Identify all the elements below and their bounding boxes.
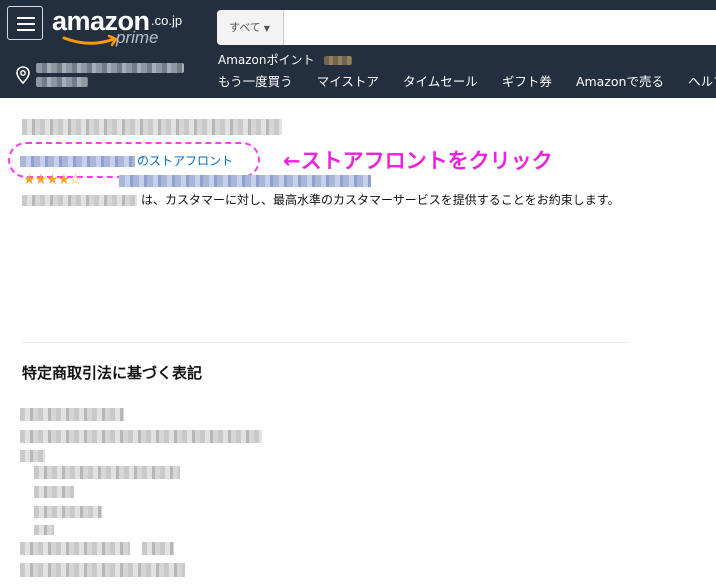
seller-name-heading-redacted [22, 119, 282, 135]
storefront-link-label: のストアフロント [137, 154, 234, 168]
search-department-label: すべて [229, 21, 261, 34]
caret-down-icon: ▼ [263, 24, 270, 33]
seller-rating-stars[interactable]: ★★★★☆ [23, 172, 82, 188]
storefront-seller-name-redacted [20, 156, 135, 167]
seller-promise: は、カスタマーに対し、最高水準のカスタマーサービスを提供することをお約束します。 [22, 191, 620, 208]
legal-line-1-redacted [20, 408, 124, 421]
points-value-redacted [324, 56, 353, 65]
hamburger-menu-button[interactable] [7, 6, 43, 40]
menu-icon-line [17, 29, 35, 31]
nav-bar: もう一度買う マイストア タイムセール ギフト券 Amazonで売る ヘルプ [218, 71, 716, 89]
menu-icon [17, 17, 35, 19]
search-input[interactable] [285, 10, 716, 45]
nav-buy-again[interactable]: もう一度買う [218, 74, 293, 89]
location-pin-icon [16, 66, 30, 84]
location-line-2-redacted [36, 77, 88, 87]
annotation-label: ←ストアフロントをクリック [283, 149, 553, 173]
nav-gift-card[interactable]: ギフト券 [502, 74, 552, 89]
nav-time-sale[interactable]: タイムセール [403, 74, 478, 89]
legal-line-7-redacted [34, 525, 54, 535]
nav-sell-on-amazon[interactable]: Amazonで売る [576, 74, 664, 89]
nav-help[interactable]: ヘルプ [688, 74, 716, 89]
smile-icon [62, 35, 118, 47]
logo-prime: prime [116, 28, 159, 47]
legal-line-4-redacted [34, 466, 180, 479]
storefront-link[interactable]: のストアフロント [20, 152, 233, 169]
legal-line-5-redacted [34, 486, 74, 498]
search-bar: すべて ▼ [217, 10, 716, 45]
legal-line-9-redacted [142, 542, 174, 555]
menu-icon-line [17, 23, 35, 25]
legal-line-10-redacted [20, 563, 185, 577]
amazon-logo[interactable]: amazon .co.jp prime [52, 6, 192, 50]
points-label: Amazonポイント [218, 53, 315, 67]
legal-line-2-redacted [20, 430, 262, 443]
legal-line-8-redacted [20, 542, 130, 555]
location-line-1-redacted [36, 63, 184, 73]
amazon-points[interactable]: Amazonポイント [218, 51, 353, 68]
legal-line-3-redacted [20, 450, 45, 462]
nav-my-store[interactable]: マイストア [317, 74, 379, 89]
seller-rating-link-redacted[interactable] [119, 175, 371, 187]
promise-text: は、カスタマーに対し、最高水準のカスタマーサービスを提供することをお約束します。 [141, 193, 620, 207]
logo-domain: .co.jp [151, 13, 183, 28]
legal-notice-title: 特定商取引法に基づく表記 [22, 364, 203, 382]
search-department-select[interactable]: すべて ▼ [217, 10, 284, 45]
legal-line-6-redacted [34, 506, 102, 518]
promise-seller-name-redacted [22, 195, 137, 206]
top-header: amazon .co.jp prime すべて ▼ Amazonポイント もう一度… [0, 0, 716, 98]
section-divider [22, 342, 627, 343]
delivery-location[interactable] [16, 62, 184, 90]
